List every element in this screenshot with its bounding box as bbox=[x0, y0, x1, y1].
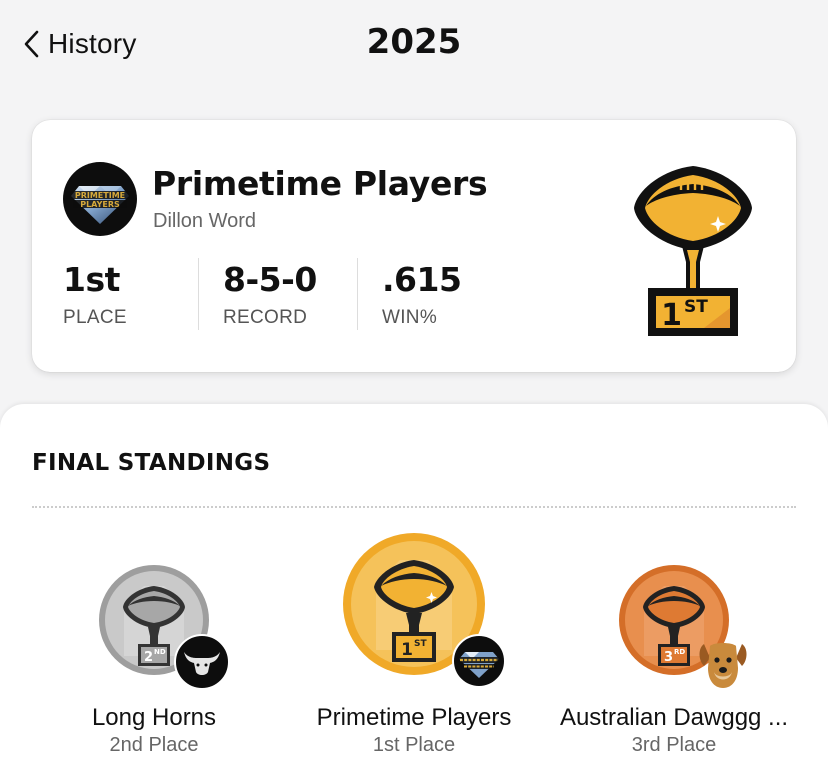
trophy-place-suffix: ST bbox=[684, 297, 708, 317]
team-avatar-primetime-players bbox=[452, 634, 506, 688]
page-title: 2025 bbox=[366, 22, 462, 62]
logo-text-players: PLAYERS bbox=[80, 200, 120, 209]
champion-owner-name: Dillon Word bbox=[153, 210, 256, 232]
primetime-logo-icon: PRIMETIME PLAYERS bbox=[66, 186, 134, 224]
trophy-place-number: 1 bbox=[661, 298, 682, 333]
trophy-icon: 1 ST bbox=[634, 166, 752, 336]
badge-suffix-1: ST bbox=[414, 639, 427, 649]
team-avatar-long-horns bbox=[174, 634, 230, 690]
stat-win-pct: .615 WIN% bbox=[382, 260, 462, 329]
podium-place-label: 1st Place bbox=[372, 734, 456, 756]
badge-suffix-3: RD bbox=[674, 648, 685, 656]
diamond-logo-icon bbox=[456, 652, 502, 678]
podium-team-name: Primetime Players bbox=[316, 704, 512, 731]
champion-team-name: Primetime Players bbox=[152, 164, 488, 203]
badge-number-3: 3 bbox=[664, 650, 673, 665]
stat-place: 1st PLACE bbox=[63, 260, 127, 329]
bull-icon bbox=[184, 652, 220, 675]
stat-win-pct-label: WIN% bbox=[382, 307, 438, 328]
champion-card[interactable]: PRIMETIME PLAYERS Primetime Players Dill… bbox=[32, 120, 796, 372]
podium-place-label: 3rd Place bbox=[631, 734, 717, 756]
stat-record-value: 8-5-0 bbox=[223, 260, 317, 299]
podium-team-name: Australian Dawggg ... bbox=[559, 704, 789, 731]
divider bbox=[32, 506, 796, 508]
badge-number-1: 1 bbox=[401, 640, 413, 660]
dog-icon bbox=[699, 643, 747, 688]
top-bar: History 2025 bbox=[0, 0, 828, 90]
badge-suffix-2: ND bbox=[154, 648, 166, 656]
final-standings-panel: FINAL STANDINGS 2 ND Long Horns 2nd Plac… bbox=[0, 404, 828, 771]
stat-place-value: 1st bbox=[63, 260, 120, 299]
stat-divider bbox=[198, 258, 199, 330]
badge-number-2: 2 bbox=[144, 650, 153, 665]
podium-place-label: 2nd Place bbox=[109, 734, 199, 756]
stat-record: 8-5-0 RECORD bbox=[223, 260, 317, 329]
stat-place-label: PLACE bbox=[63, 307, 127, 328]
section-title: FINAL STANDINGS bbox=[32, 450, 271, 476]
stat-divider bbox=[357, 258, 358, 330]
logo-text-primetime: PRIMETIME bbox=[75, 191, 125, 200]
stat-win-pct-value: .615 bbox=[382, 260, 462, 299]
stat-record-label: RECORD bbox=[223, 307, 308, 328]
podium-team-name: Long Horns bbox=[91, 704, 217, 731]
team-avatar: PRIMETIME PLAYERS bbox=[63, 162, 137, 236]
